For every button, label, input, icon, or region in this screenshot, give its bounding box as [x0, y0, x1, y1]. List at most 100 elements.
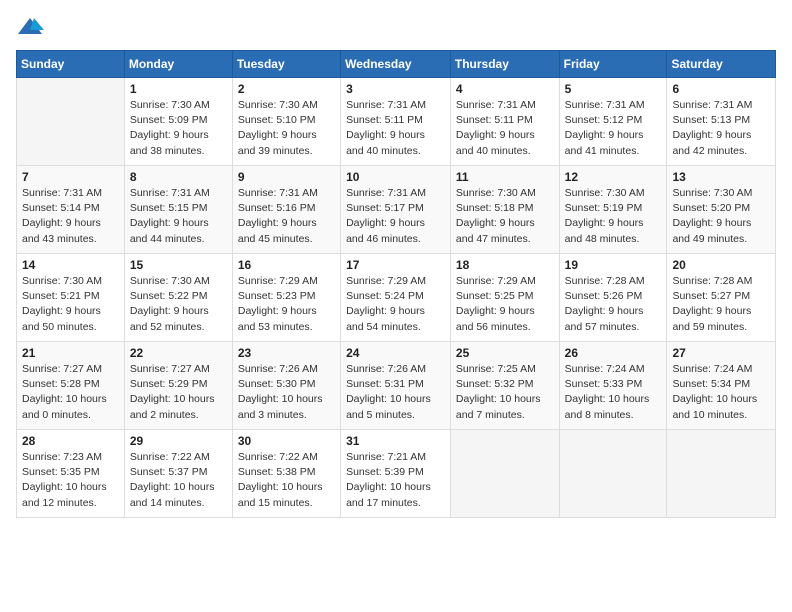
calendar-cell: 2Sunrise: 7:30 AM Sunset: 5:10 PM Daylig… — [232, 78, 340, 166]
weekday-header: Thursday — [450, 51, 559, 78]
calendar-cell: 20Sunrise: 7:28 AM Sunset: 5:27 PM Dayli… — [667, 254, 776, 342]
weekday-header: Sunday — [17, 51, 125, 78]
day-number: 9 — [238, 170, 335, 184]
day-number: 16 — [238, 258, 335, 272]
calendar-cell: 18 Sunrise: 7:29 AM Sunset: 5:25 PM Dayli… — [450, 254, 559, 342]
day-number: 8 — [130, 170, 227, 184]
calendar-table: SundayMondayTuesdayWednesdayThursdayFrid… — [16, 50, 776, 518]
day-number: 3 — [346, 82, 445, 96]
day-number: 24 — [346, 346, 445, 360]
logo — [16, 16, 48, 38]
day-number: 4 — [456, 82, 554, 96]
day-detail: Sunrise: 7:27 AM Sunset: 5:28 PM Dayligh… — [22, 362, 119, 423]
day-detail: Sunrise: 7:28 AM Sunset: 5:26 PM Dayligh… — [565, 274, 662, 335]
day-number: 14 — [22, 258, 119, 272]
day-number: 18 — [456, 258, 554, 272]
day-number: 30 — [238, 434, 335, 448]
calendar-week-row: 21 Sunrise: 7:27 AM Sunset: 5:28 PM Dayli… — [17, 342, 776, 430]
day-number: 23 — [238, 346, 335, 360]
calendar-cell: 17 Sunrise: 7:29 AM Sunset: 5:24 PM Dayli… — [341, 254, 451, 342]
day-detail: Sunrise: 7:29 AM Sunset: 5:23 PM Dayligh… — [238, 274, 335, 335]
day-detail: Sunrise: 7:31 AM Sunset: 5:12 PM Dayligh… — [565, 98, 662, 159]
day-number: 10 — [346, 170, 445, 184]
day-detail: Sunrise: 7:31 AM Sunset: 5:11 PM Dayligh… — [346, 98, 445, 159]
day-detail: Sunrise: 7:30 AM Sunset: 5:09 PM Dayligh… — [130, 98, 227, 159]
day-detail: Sunrise: 7:29 AM Sunset: 5:25 PM Dayligh… — [456, 274, 554, 335]
calendar-week-row: 28 Sunrise: 7:23 AM Sunset: 5:35 PM Dayli… — [17, 430, 776, 518]
calendar-cell: 22 Sunrise: 7:27 AM Sunset: 5:29 PM Dayli… — [124, 342, 232, 430]
day-number: 5 — [565, 82, 662, 96]
calendar-cell: 4Sunrise: 7:31 AM Sunset: 5:11 PM Daylig… — [450, 78, 559, 166]
calendar-cell: 24 Sunrise: 7:26 AM Sunset: 5:31 PM Dayli… — [341, 342, 451, 430]
calendar-cell: 21 Sunrise: 7:27 AM Sunset: 5:28 PM Dayli… — [17, 342, 125, 430]
calendar-cell: 30Sunrise: 7:22 AM Sunset: 5:38 PM Dayli… — [232, 430, 340, 518]
day-number: 17 — [346, 258, 445, 272]
calendar-cell: 6 Sunrise: 7:31 AM Sunset: 5:13 PM Daylig… — [667, 78, 776, 166]
calendar-cell: 11 Sunrise: 7:30 AM Sunset: 5:18 PM Dayli… — [450, 166, 559, 254]
day-number: 28 — [22, 434, 119, 448]
calendar-cell: 13Sunrise: 7:30 AM Sunset: 5:20 PM Dayli… — [667, 166, 776, 254]
day-detail: Sunrise: 7:22 AM Sunset: 5:37 PM Dayligh… — [130, 450, 227, 511]
day-detail: Sunrise: 7:25 AM Sunset: 5:32 PM Dayligh… — [456, 362, 554, 423]
weekday-header: Monday — [124, 51, 232, 78]
calendar-cell: 27 Sunrise: 7:24 AM Sunset: 5:34 PM Dayli… — [667, 342, 776, 430]
day-number: 15 — [130, 258, 227, 272]
calendar-week-row: 7Sunrise: 7:31 AM Sunset: 5:14 PM Daylig… — [17, 166, 776, 254]
calendar-cell: 12 Sunrise: 7:30 AM Sunset: 5:19 PM Dayli… — [559, 166, 667, 254]
day-detail: Sunrise: 7:30 AM Sunset: 5:10 PM Dayligh… — [238, 98, 335, 159]
day-detail: Sunrise: 7:31 AM Sunset: 5:13 PM Dayligh… — [672, 98, 770, 159]
day-detail: Sunrise: 7:31 AM Sunset: 5:16 PM Dayligh… — [238, 186, 335, 247]
day-number: 22 — [130, 346, 227, 360]
day-detail: Sunrise: 7:30 AM Sunset: 5:21 PM Dayligh… — [22, 274, 119, 335]
day-detail: Sunrise: 7:21 AM Sunset: 5:39 PM Dayligh… — [346, 450, 445, 511]
calendar-cell: 10 Sunrise: 7:31 AM Sunset: 5:17 PM Dayli… — [341, 166, 451, 254]
day-number: 26 — [565, 346, 662, 360]
calendar-cell: 19 Sunrise: 7:28 AM Sunset: 5:26 PM Dayli… — [559, 254, 667, 342]
calendar-cell: 5 Sunrise: 7:31 AM Sunset: 5:12 PM Daylig… — [559, 78, 667, 166]
calendar-cell — [450, 430, 559, 518]
logo-icon — [16, 16, 44, 38]
calendar-cell — [559, 430, 667, 518]
day-number: 19 — [565, 258, 662, 272]
weekday-header: Saturday — [667, 51, 776, 78]
day-detail: Sunrise: 7:30 AM Sunset: 5:19 PM Dayligh… — [565, 186, 662, 247]
day-detail: Sunrise: 7:30 AM Sunset: 5:22 PM Dayligh… — [130, 274, 227, 335]
calendar-week-row: 1Sunrise: 7:30 AM Sunset: 5:09 PM Daylig… — [17, 78, 776, 166]
day-detail: Sunrise: 7:26 AM Sunset: 5:31 PM Dayligh… — [346, 362, 445, 423]
calendar-cell: 28 Sunrise: 7:23 AM Sunset: 5:35 PM Dayli… — [17, 430, 125, 518]
calendar-cell: 31 Sunrise: 7:21 AM Sunset: 5:39 PM Dayli… — [341, 430, 451, 518]
day-number: 6 — [672, 82, 770, 96]
calendar-cell: 9 Sunrise: 7:31 AM Sunset: 5:16 PM Daylig… — [232, 166, 340, 254]
day-detail: Sunrise: 7:24 AM Sunset: 5:33 PM Dayligh… — [565, 362, 662, 423]
day-detail: Sunrise: 7:31 AM Sunset: 5:17 PM Dayligh… — [346, 186, 445, 247]
day-number: 25 — [456, 346, 554, 360]
calendar-cell: 8 Sunrise: 7:31 AM Sunset: 5:15 PM Daylig… — [124, 166, 232, 254]
day-number: 11 — [456, 170, 554, 184]
calendar-cell: 7Sunrise: 7:31 AM Sunset: 5:14 PM Daylig… — [17, 166, 125, 254]
weekday-header: Wednesday — [341, 51, 451, 78]
calendar-cell: 15 Sunrise: 7:30 AM Sunset: 5:22 PM Dayli… — [124, 254, 232, 342]
day-number: 12 — [565, 170, 662, 184]
day-number: 21 — [22, 346, 119, 360]
day-number: 31 — [346, 434, 445, 448]
day-detail: Sunrise: 7:24 AM Sunset: 5:34 PM Dayligh… — [672, 362, 770, 423]
calendar-cell: 23Sunrise: 7:26 AM Sunset: 5:30 PM Dayli… — [232, 342, 340, 430]
calendar-cell: 3 Sunrise: 7:31 AM Sunset: 5:11 PM Daylig… — [341, 78, 451, 166]
day-number: 29 — [130, 434, 227, 448]
calendar-cell: 29 Sunrise: 7:22 AM Sunset: 5:37 PM Dayli… — [124, 430, 232, 518]
day-number: 27 — [672, 346, 770, 360]
calendar-cell: 26 Sunrise: 7:24 AM Sunset: 5:33 PM Dayli… — [559, 342, 667, 430]
day-detail: Sunrise: 7:29 AM Sunset: 5:24 PM Dayligh… — [346, 274, 445, 335]
weekday-header: Friday — [559, 51, 667, 78]
day-number: 20 — [672, 258, 770, 272]
day-detail: Sunrise: 7:27 AM Sunset: 5:29 PM Dayligh… — [130, 362, 227, 423]
day-detail: Sunrise: 7:31 AM Sunset: 5:15 PM Dayligh… — [130, 186, 227, 247]
calendar-cell — [667, 430, 776, 518]
day-detail: Sunrise: 7:30 AM Sunset: 5:20 PM Dayligh… — [672, 186, 770, 247]
calendar-cell — [17, 78, 125, 166]
day-detail: Sunrise: 7:23 AM Sunset: 5:35 PM Dayligh… — [22, 450, 119, 511]
calendar-cell: 14 Sunrise: 7:30 AM Sunset: 5:21 PM Dayli… — [17, 254, 125, 342]
calendar-cell: 16 Sunrise: 7:29 AM Sunset: 5:23 PM Dayli… — [232, 254, 340, 342]
day-number: 7 — [22, 170, 119, 184]
day-detail: Sunrise: 7:30 AM Sunset: 5:18 PM Dayligh… — [456, 186, 554, 247]
